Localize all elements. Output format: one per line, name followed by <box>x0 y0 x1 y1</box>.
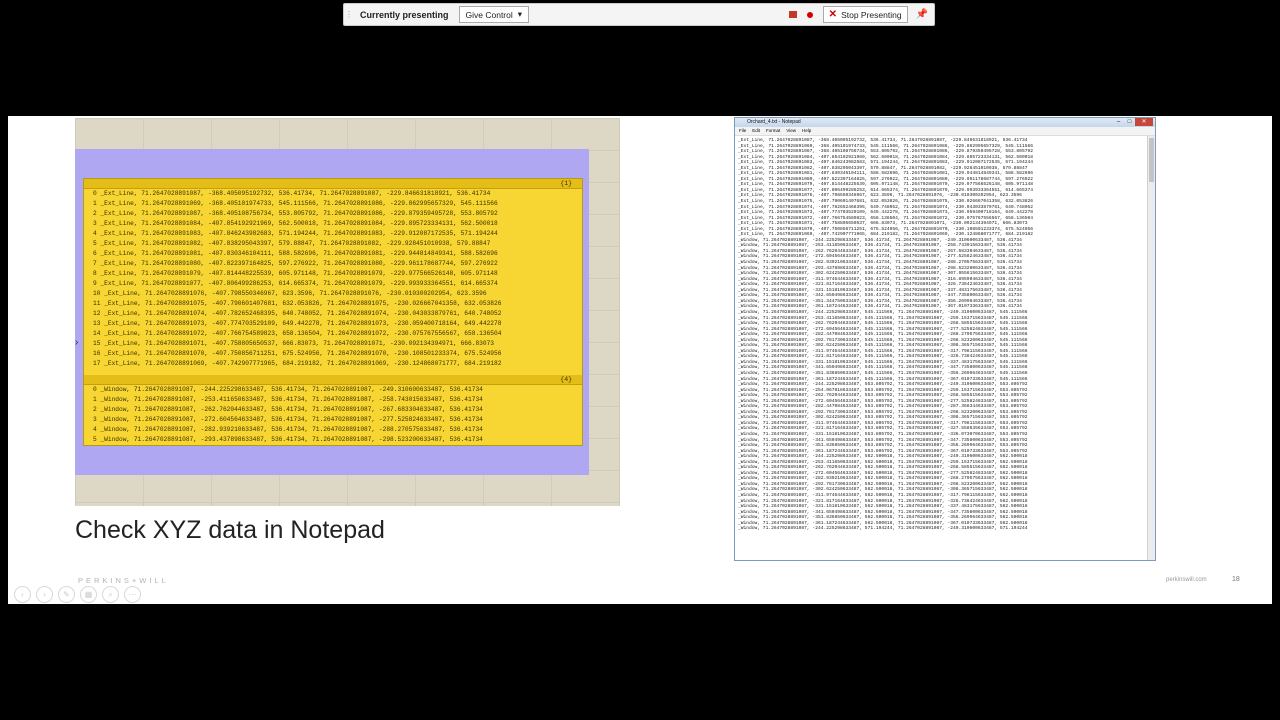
window-row: 3 _Window, 71.2647028891087, -272.604564… <box>93 416 483 423</box>
ext-line-row: 2 _Ext_Line, 71.2647028891087, -368.4051… <box>93 210 498 217</box>
notepad-title: Orchard_4.txt - Notepad <box>747 119 801 125</box>
zoom-icon[interactable]: ⌕ <box>102 586 119 603</box>
chevron-down-icon: ▾ <box>517 9 523 19</box>
ext-line-row: 10 _Ext_Line, 71.2647028891076, -407.798… <box>93 290 487 297</box>
stop-presenting-label: Stop Presenting <box>841 9 902 20</box>
vertical-scrollbar[interactable] <box>1147 136 1155 560</box>
chat-icon[interactable] <box>788 11 797 18</box>
ext-line-list: 0 _Ext_Line, 71.2647028891087, -368.4050… <box>84 189 582 375</box>
window-branch-header: {4} <box>84 375 582 385</box>
ext-line-row: 7 _Ext_Line, 71.2647028891080, -407.8223… <box>93 260 498 267</box>
notepad-body: _Ext_Line, 71.2647028891087, -368.405095… <box>735 136 1155 560</box>
menu-format[interactable]: Format <box>766 127 780 135</box>
ext-line-row: 5 _Ext_Line, 71.2647028891082, -407.8382… <box>93 240 491 247</box>
ext-line-row: 6 _Ext_Line, 71.2647028891081, -407.8303… <box>93 250 498 257</box>
window-row: 4 _Window, 71.2647028891087, -282.939210… <box>93 426 483 433</box>
ext-line-row: 12 _Ext_Line, 71.2647028891074, -407.782… <box>93 310 502 317</box>
close-icon: ✕ <box>828 9 838 20</box>
more-icon[interactable]: ⋯ <box>124 586 141 603</box>
ext-line-row: 0 _Ext_Line, 71.2647028891087, -368.4050… <box>93 190 491 197</box>
window-row: 1 _Window, 71.2647028891087, -253.411650… <box>93 396 483 403</box>
grip-handle-icon[interactable]: ⋮ <box>344 10 354 19</box>
slides-icon[interactable]: ▦ <box>80 586 97 603</box>
ext-line-row: 13 _Ext_Line, 71.2647028891073, -407.774… <box>93 320 502 327</box>
ext-line-row: 14 _Ext_Line, 71.2647028891072, -407.766… <box>93 330 502 337</box>
give-control-dropdown[interactable]: Give Control ▾ <box>458 6 530 23</box>
record-icon[interactable] <box>806 11 813 18</box>
ext-line-row: 15 _Ext_Line, 71.2647028891071, -407.758… <box>93 340 495 347</box>
window-row: 5 _Window, 71.2647028891087, -293.437898… <box>93 436 483 443</box>
notepad-text-area[interactable]: _Ext_Line, 71.2647028891087, -368.405095… <box>738 138 1147 532</box>
ext-line-row: 4 _Ext_Line, 71.2647028891083, -407.8462… <box>93 230 498 237</box>
next-icon[interactable]: › <box>36 586 53 603</box>
component-group: › › {1} 0 _Ext_Line, 71.2647028891087, -… <box>75 149 589 475</box>
slide-number: 18 <box>1232 576 1240 583</box>
presenting-status: Currently presenting <box>360 9 449 20</box>
menu-view[interactable]: View <box>786 127 796 135</box>
input-grip-icon: › <box>75 337 79 348</box>
presenter-toolbar: ⋮ Currently presenting Give Control ▾ ✕ … <box>343 3 935 26</box>
previous-icon[interactable]: ‹ <box>14 586 31 603</box>
footer-url: perkinswill.com <box>1166 577 1207 583</box>
ext-line-row: 1 _Ext_Line, 71.2647028891069, -368.4051… <box>93 200 498 207</box>
scrollbar-thumb[interactable] <box>1149 138 1154 182</box>
slide-nav-controls: ‹ › ✎ ▦ ⌕ ⋯ <box>14 586 141 603</box>
notepad-titlebar: Orchard_4.txt - Notepad – □ ✕ <box>735 118 1155 127</box>
stop-presenting-button[interactable]: ✕ Stop Presenting <box>822 6 908 23</box>
give-control-label: Give Control <box>465 9 513 20</box>
menu-edit[interactable]: Edit <box>752 127 760 135</box>
grasshopper-screenshot: › › {1} 0 _Ext_Line, 71.2647028891087, -… <box>75 118 620 506</box>
menu-file[interactable]: File <box>739 127 746 135</box>
data-panel[interactable]: {1} 0 _Ext_Line, 71.2647028891087, -368.… <box>83 178 583 446</box>
ext-line-row: 9 _Ext_Line, 71.2647028891077, -407.8064… <box>93 280 498 287</box>
window-list: 0 _Window, 71.2647028891087, -244.225298… <box>84 385 582 453</box>
minimize-icon[interactable]: – <box>1113 118 1124 126</box>
ext-line-row: 8 _Ext_Line, 71.2647028891079, -407.8144… <box>93 270 498 277</box>
maximize-icon[interactable]: □ <box>1124 118 1135 126</box>
ext-line-row: 3 _Ext_Line, 71.2647028891084, -407.8541… <box>93 220 498 227</box>
slide-title: Check XYZ data in Notepad <box>75 516 385 544</box>
close-icon[interactable]: ✕ <box>1135 118 1153 126</box>
notepad-menubar: File Edit Format View Help <box>735 127 1155 136</box>
menu-help[interactable]: Help <box>802 127 811 135</box>
company-logo: PERKINS+WILL <box>78 576 169 585</box>
window-controls: – □ ✕ <box>1113 118 1153 126</box>
notepad-window: Orchard_4.txt - Notepad – □ ✕ File Edit … <box>734 117 1156 561</box>
window-row: 2 _Window, 71.2647028891087, -262.762044… <box>93 406 483 413</box>
ext-line-branch-header: {1} <box>84 179 582 189</box>
presentation-slide: › › {1} 0 _Ext_Line, 71.2647028891087, -… <box>8 116 1272 604</box>
window-row: 0 _Window, 71.2647028891087, -244.225298… <box>93 386 483 393</box>
notepad-line: _Window, 71.2647028891087, -244.22529863… <box>738 526 1028 532</box>
pin-icon[interactable]: 📌 <box>916 9 928 20</box>
ext-line-row: 17 _Ext_Line, 71.2647028891069, -407.742… <box>93 360 502 367</box>
ext-line-row: 11 _Ext_Line, 71.2647028891075, -407.790… <box>93 300 502 307</box>
pen-icon[interactable]: ✎ <box>58 586 75 603</box>
ext-line-row: 16 _Ext_Line, 71.2647028891070, -407.750… <box>93 350 502 357</box>
